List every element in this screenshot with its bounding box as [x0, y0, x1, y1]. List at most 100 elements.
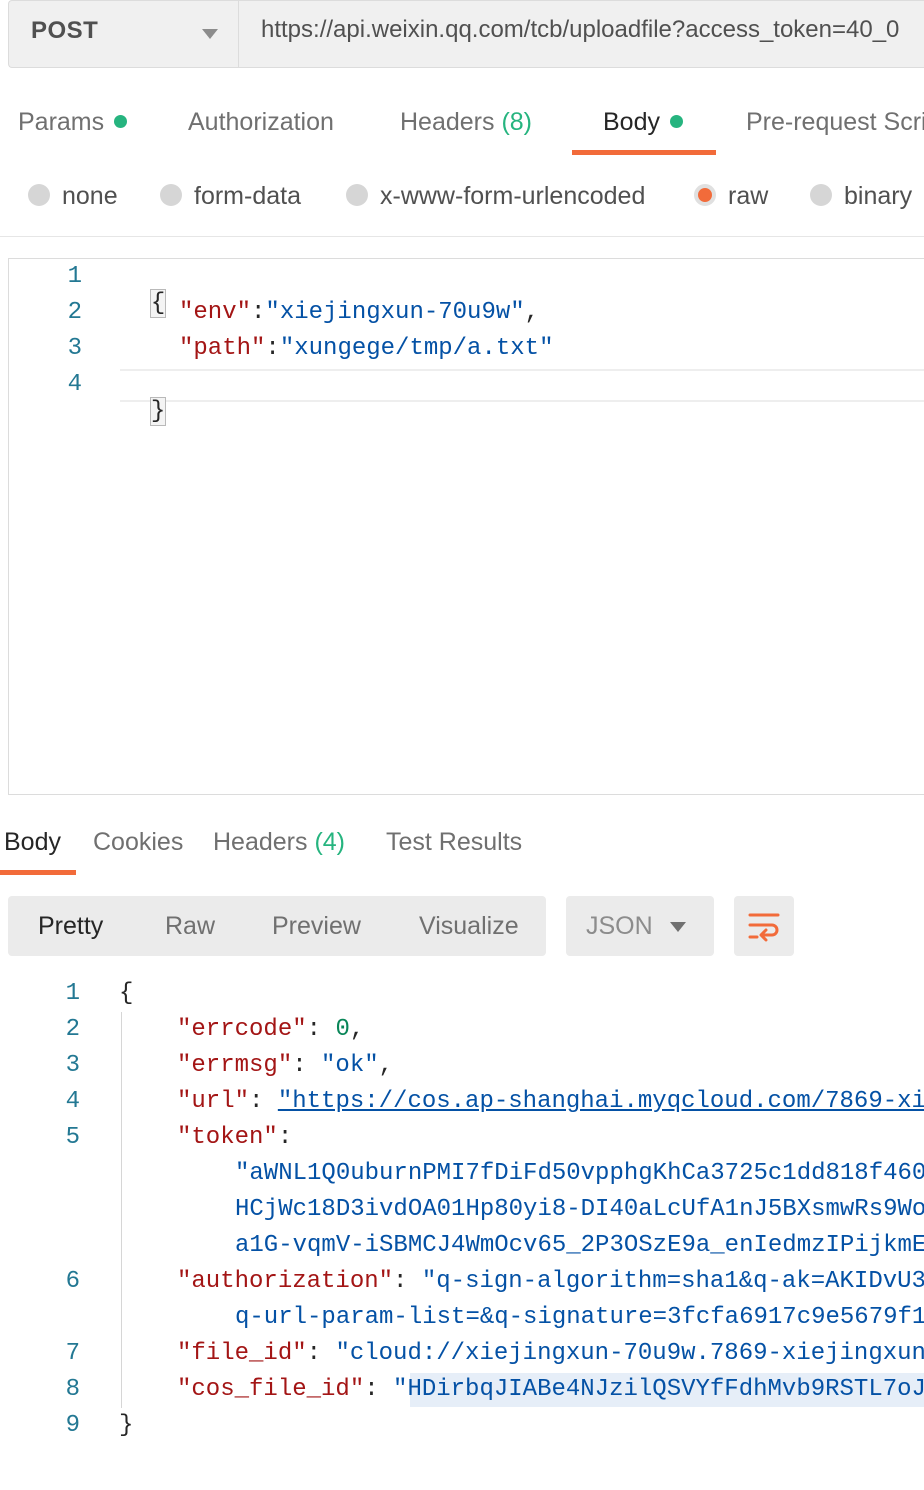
tab-params[interactable]: Params — [18, 108, 128, 137]
radio-none-label: none — [62, 182, 118, 210]
tab-headers[interactable]: Headers (8) — [400, 108, 532, 137]
wrap-lines-icon — [748, 913, 780, 942]
current-line-highlight — [120, 369, 924, 402]
method-select[interactable]: POST — [8, 0, 238, 68]
response-tab-test-results-label: Test Results — [386, 828, 523, 856]
tab-params-label: Params — [18, 108, 105, 136]
json-string: "xiejingxun-70u9w" — [265, 299, 525, 326]
status-dot-icon — [669, 114, 683, 128]
line-number: 1 — [67, 263, 82, 290]
radio-raw-label: raw — [728, 182, 769, 210]
code-line: "authorization": "q-sign-algorithm=sha1&… — [177, 1268, 924, 1295]
response-tab-cookies[interactable]: Cookies — [93, 828, 183, 857]
json-key: "cos_file_id" — [177, 1376, 365, 1403]
json-key: "errcode" — [177, 1016, 307, 1043]
line-number: 5 — [65, 1124, 80, 1151]
format-visualize-button[interactable]: Visualize — [419, 912, 519, 941]
json-string-wrapped: q-url-param-list=&q-signature=3fcfa6917c… — [235, 1304, 924, 1331]
format-preview-button[interactable]: Preview — [272, 912, 361, 941]
radio-form-data[interactable]: form-data — [160, 182, 301, 211]
format-preview-label: Preview — [272, 912, 361, 940]
active-tab-indicator — [572, 150, 716, 155]
tab-authorization-label: Authorization — [188, 108, 334, 136]
json-number: 0 — [335, 1016, 350, 1043]
response-tab-cookies-label: Cookies — [93, 828, 184, 856]
open-brace: { — [119, 980, 134, 1007]
json-string: "q-sign-algorithm=sha1&q-ak=AKIDvU3 — [421, 1268, 924, 1295]
headers-count-badge: (8) — [501, 108, 533, 136]
json-key: "token" — [177, 1124, 278, 1151]
radio-circle-icon — [810, 184, 832, 207]
code-line: "token": — [177, 1124, 293, 1151]
tab-pre-request-script[interactable]: Pre-request Scri — [746, 108, 924, 137]
radio-checked-icon — [694, 184, 716, 207]
code-line: "url": "https://cos.ap-shanghai.myqcloud… — [177, 1088, 924, 1115]
radio-circle-icon — [28, 184, 50, 207]
line-number: 8 — [65, 1376, 80, 1403]
indent-guide — [121, 1012, 122, 1408]
line-number: 4 — [65, 1088, 80, 1115]
response-headers-count-badge: (4) — [314, 828, 346, 856]
line-number: 3 — [67, 335, 82, 362]
json-string: "xungege/tmp/a.txt" — [279, 335, 554, 362]
url-input[interactable]: https://api.weixin.qq.com/tcb/uploadfile… — [238, 0, 924, 68]
json-url-link[interactable]: "https://cos.ap-shanghai.myqcloud.com/78… — [278, 1088, 924, 1115]
tab-body-label: Body — [603, 108, 660, 136]
radio-form-data-label: form-data — [194, 182, 301, 210]
language-label: JSON — [586, 912, 653, 940]
json-string-wrapped: HCjWc18D3ivdOA01Hp80yi8-DI40aLcUfA1nJ5BX… — [235, 1196, 924, 1223]
divider — [0, 236, 924, 237]
line-number: 3 — [65, 1052, 80, 1079]
line-number: 7 — [65, 1340, 80, 1367]
json-key: "path" — [179, 335, 266, 362]
json-string: "cloud://xiejingxun-70u9w.7869-xiejingxu… — [335, 1340, 924, 1367]
code-line: { — [121, 263, 167, 318]
format-pretty-button[interactable]: Pretty — [38, 912, 103, 941]
response-tab-test-results[interactable]: Test Results — [386, 828, 522, 857]
response-tab-headers[interactable]: Headers (4) — [213, 828, 345, 857]
code-line: "errcode": 0, — [177, 1016, 365, 1043]
json-key: "errmsg" — [177, 1052, 293, 1079]
tab-body[interactable]: Body — [603, 108, 683, 137]
json-key: "env" — [179, 299, 252, 326]
line-number: 1 — [65, 980, 80, 1007]
code-line: "path":"xungege/tmp/a.txt" — [179, 335, 554, 362]
line-number: 9 — [65, 1412, 80, 1439]
radio-binary-label: binary — [844, 182, 913, 210]
radio-circle-icon — [160, 184, 182, 207]
response-tab-headers-label: Headers — [213, 828, 308, 856]
code-line: "cos_file_id": "HDirbqJIABe4NJzilQSVYfFd… — [177, 1376, 924, 1403]
radio-x-www-form-urlencoded[interactable]: x-www-form-urlencoded — [346, 182, 645, 211]
url-text: https://api.weixin.qq.com/tcb/uploadfile… — [261, 16, 900, 43]
close-brace: } — [119, 1412, 134, 1439]
chevron-down-icon — [202, 29, 218, 39]
open-brace: { — [149, 289, 167, 318]
tab-pre-request-label: Pre-request Scri — [746, 108, 924, 136]
response-tab-body[interactable]: Body — [4, 828, 61, 857]
code-line: "errmsg": "ok", — [177, 1052, 394, 1079]
json-string: "HDirbqJIABe4NJzilQSVYfFdhMvb9RSTL7oJ — [393, 1376, 924, 1403]
radio-none[interactable]: none — [28, 182, 118, 211]
radio-binary[interactable]: binary — [810, 182, 912, 211]
chevron-down-icon — [670, 922, 686, 932]
radio-raw[interactable]: raw — [694, 182, 768, 211]
json-string-wrapped: a1G-vqmV-iSBMCJ4WmOcv65_2P3OSzE9a_enIedm… — [235, 1232, 924, 1259]
code-line: "file_id": "cloud://xiejingxun-70u9w.786… — [177, 1340, 924, 1367]
line-number: 6 — [65, 1268, 80, 1295]
line-number: 2 — [67, 299, 82, 326]
line-number: 2 — [65, 1016, 80, 1043]
format-visualize-label: Visualize — [419, 912, 519, 940]
tab-authorization[interactable]: Authorization — [188, 108, 334, 137]
json-key: "url" — [177, 1088, 250, 1115]
format-raw-label: Raw — [165, 912, 216, 940]
json-string-wrapped: "aWNL1Q0uburnPMI7fDiFd50vpphgKhCa3725c1d… — [235, 1160, 924, 1187]
format-raw-button[interactable]: Raw — [165, 912, 215, 941]
radio-urlencoded-label: x-www-form-urlencoded — [380, 182, 646, 210]
method-label: POST — [31, 17, 99, 44]
status-dot-icon — [114, 114, 128, 128]
format-pretty-label: Pretty — [38, 912, 104, 940]
active-tab-indicator — [0, 870, 76, 875]
line-number: 4 — [67, 371, 82, 398]
tab-headers-label: Headers — [400, 108, 495, 136]
json-string: "ok" — [321, 1052, 379, 1079]
